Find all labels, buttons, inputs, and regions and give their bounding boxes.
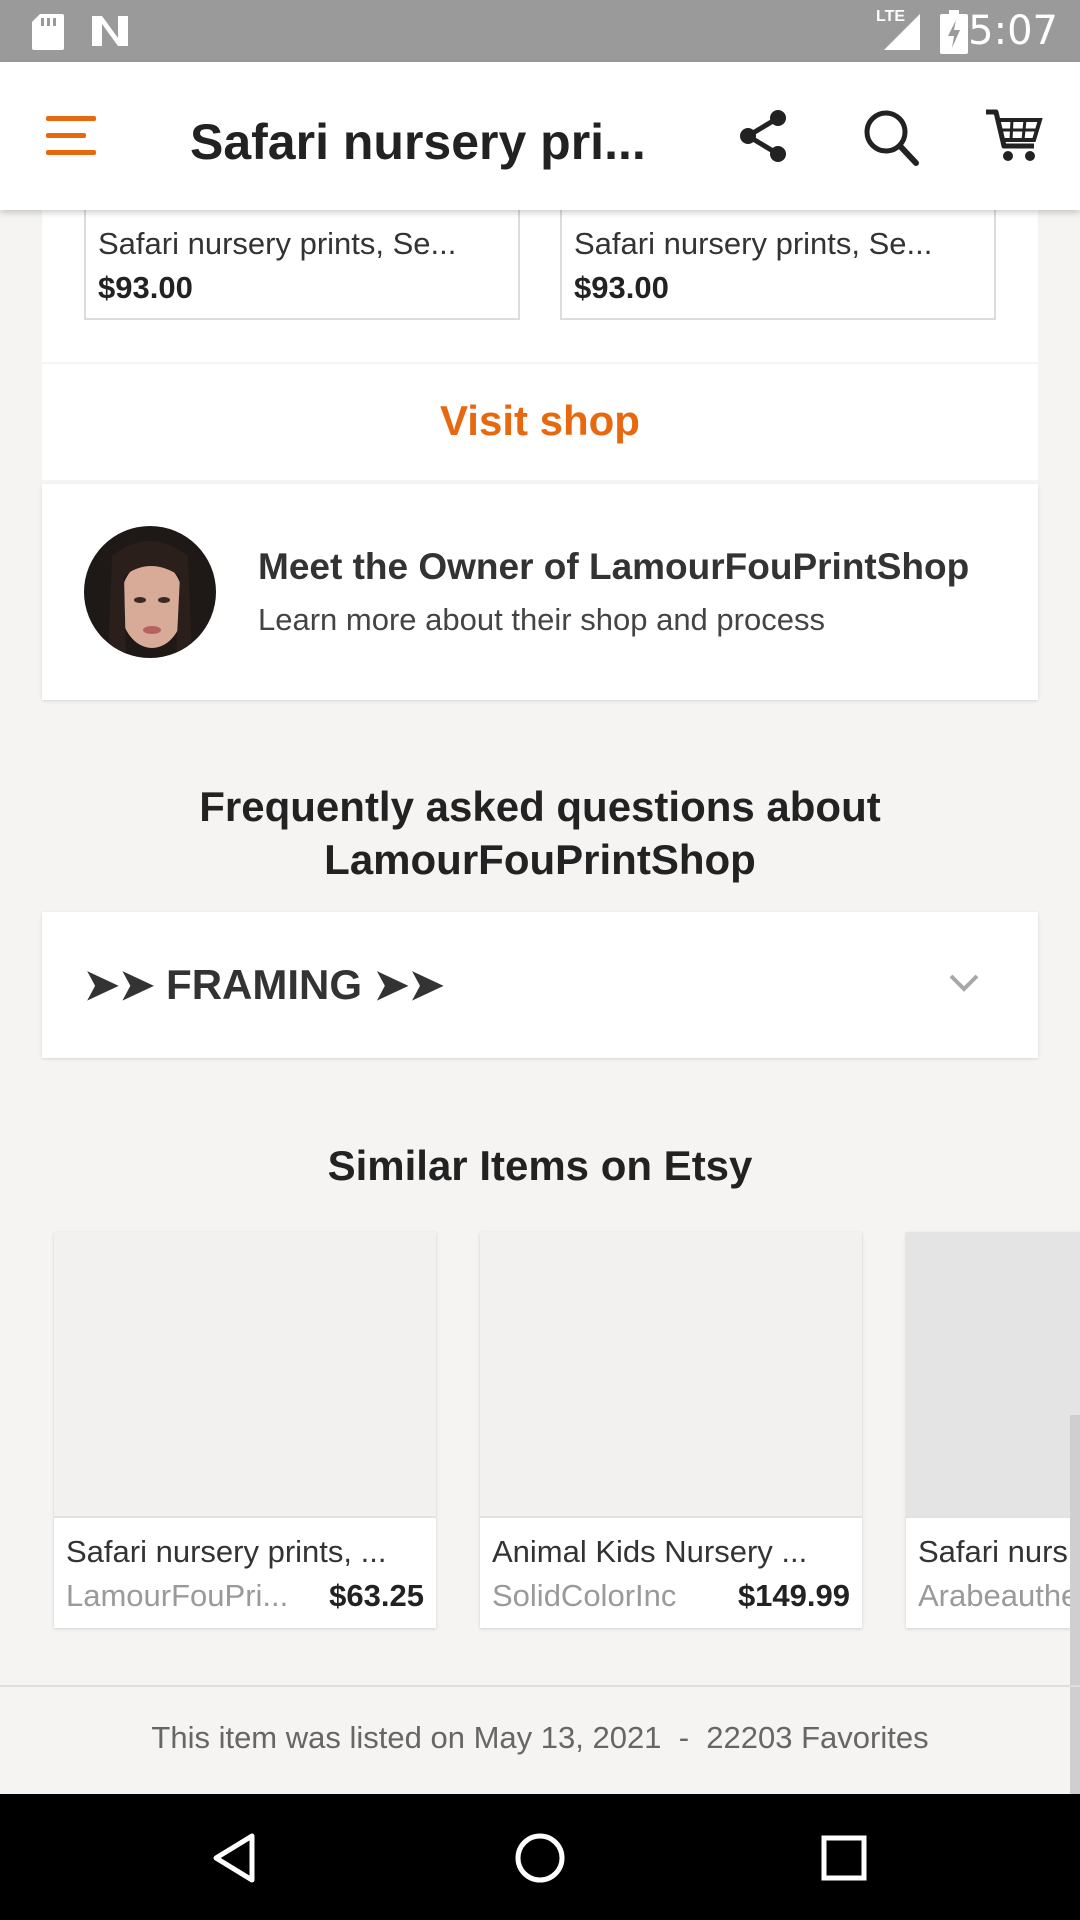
system-nav-bar (0, 1794, 1080, 1920)
visit-shop-button[interactable]: Visit shop (42, 364, 1038, 480)
similar-item-shop: LamourFouPri... (66, 1578, 289, 1613)
battery-icon (940, 10, 968, 54)
meet-owner-card[interactable]: Meet the Owner of LamourFouPrintShop Lea… (42, 484, 1038, 700)
owner-subheading: Learn more about their shop and process (258, 602, 825, 637)
listed-date: May 13, 2021 (473, 1720, 662, 1755)
share-icon[interactable] (736, 108, 792, 164)
similar-item-title: Safari nursery prints, ... (66, 1534, 387, 1569)
similar-item-image (906, 1232, 1080, 1518)
similar-item-price: $149.99 (737, 1578, 850, 1613)
n-logo-icon (92, 16, 128, 46)
listing-title: Safari nursery prints, Se... (574, 226, 933, 261)
cart-icon[interactable] (984, 106, 1044, 166)
similar-items-heading: Similar Items on Etsy (327, 1142, 753, 1189)
owner-heading: Meet the Owner of LamourFouPrintShop (258, 546, 970, 587)
similar-item-shop: Arabeauthe (918, 1578, 1079, 1613)
similar-item-title: Safari nurs (918, 1534, 1068, 1569)
owner-avatar (84, 526, 216, 658)
faq-item[interactable]: ➤➤ FRAMING ➤➤ (42, 912, 1038, 1058)
sd-card-icon (32, 14, 64, 50)
chevron-down-icon[interactable] (948, 972, 980, 994)
favorites-label: Favorites (801, 1720, 929, 1755)
back-icon[interactable] (210, 1832, 258, 1884)
similar-item-image (54, 1232, 436, 1518)
listing-card[interactable]: Safari nursery prints, Se... $93.00 (84, 206, 520, 320)
faq-heading-line: LamourFouPrintShop (324, 836, 756, 883)
listing-info-footer: This item was listed on May 13, 2021 - 2… (0, 1720, 1080, 1756)
app-bar: Safari nursery pri... (0, 62, 1080, 210)
faq-heading-line: Frequently asked questions about (199, 783, 881, 830)
divider (0, 1685, 1080, 1687)
listing-card[interactable]: Safari nursery prints, Se... $93.00 (560, 206, 996, 320)
status-time: 5:07 (968, 8, 1058, 54)
similar-item-card[interactable]: Animal Kids Nursery ... SolidColorInc $1… (480, 1232, 862, 1628)
status-bar: LTE 5:07 (0, 0, 1080, 62)
listing-price: $93.00 (574, 270, 669, 305)
signal-icon (884, 14, 920, 50)
similar-item-card[interactable]: Safari nurs Arabeauthe (906, 1232, 1080, 1628)
search-icon[interactable] (862, 108, 920, 168)
listing-price: $93.00 (98, 270, 193, 305)
page-title: Safari nursery pri... (190, 114, 646, 170)
listing-title: Safari nursery prints, Se... (98, 226, 457, 261)
recents-icon[interactable] (820, 1834, 868, 1882)
listed-prefix: This item was listed on (151, 1720, 465, 1755)
menu-icon[interactable] (46, 114, 100, 158)
similar-item-title: Animal Kids Nursery ... (492, 1534, 808, 1569)
faq-heading: Frequently asked questions about LamourF… (0, 780, 1080, 886)
similar-item-price: $63.25 (329, 1578, 424, 1613)
similar-item-image (480, 1232, 862, 1518)
footer-separator: - (678, 1720, 690, 1755)
similar-item-card[interactable]: Safari nursery prints, ... LamourFouPri.… (54, 1232, 436, 1628)
faq-item-label: ➤➤ FRAMING ➤➤ (84, 961, 445, 1008)
similar-item-shop: SolidColorInc (492, 1578, 677, 1613)
favorites-count: 22203 (706, 1720, 793, 1755)
home-icon[interactable] (514, 1832, 566, 1884)
